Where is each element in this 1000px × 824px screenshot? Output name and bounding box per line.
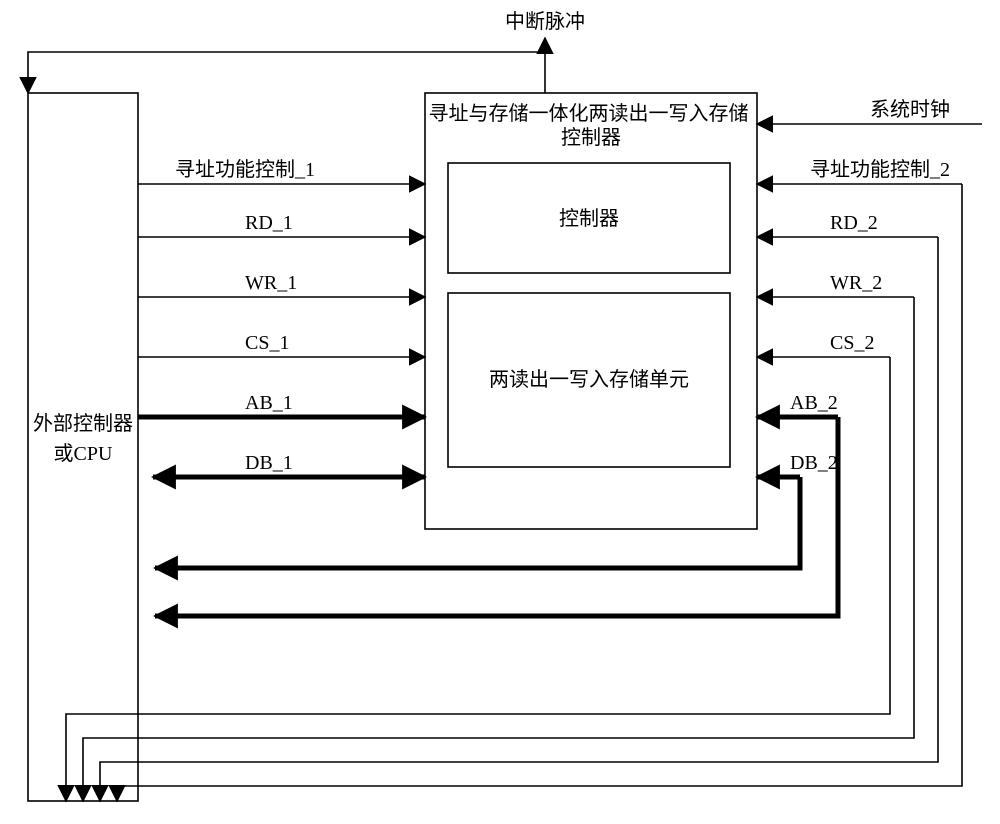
lbl-addrfunc1: 寻址功能控制_1 [175, 158, 315, 181]
sig-rd2-route [100, 237, 938, 801]
mc-title-l1: 寻址与存储一体化两读出一写入存储 [429, 102, 749, 125]
diagram-canvas: 外部控制器 或CPU 寻址与存储一体化两读出一写入存储 控制器 控制器 两读出一… [0, 0, 1000, 824]
memory-controller-block [425, 93, 757, 529]
lbl-addrfunc2: 寻址功能控制_2 [810, 158, 950, 181]
lbl-ab1: AB_1 [245, 392, 293, 414]
lbl-db1: DB_1 [245, 452, 293, 474]
lbl-ab2: AB_2 [790, 392, 838, 414]
controller-label: 控制器 [559, 207, 619, 230]
lbl-rd1: RD_1 [245, 212, 293, 234]
lbl-cs2: CS_2 [830, 332, 874, 354]
interrupt-label: 中断脉冲 [505, 10, 585, 33]
sig-cs2-route [66, 357, 890, 801]
memory-controller-title: 寻址与存储一体化两读出一写入存储 控制器 [429, 102, 754, 149]
sig-ab2-route [155, 417, 838, 616]
lbl-db2: DB_2 [790, 452, 838, 474]
cpu-label-2: 或CPU [54, 442, 113, 465]
sig-db2-route [155, 477, 800, 568]
lbl-wr2: WR_2 [830, 272, 882, 294]
lbl-sysclk: 系统时钟 [870, 98, 950, 121]
lbl-wr1: WR_1 [245, 272, 297, 294]
lbl-cs1: CS_1 [245, 332, 289, 354]
mc-title-l2: 控制器 [561, 126, 621, 149]
interrupt-return-line [28, 52, 425, 93]
cpu-label-1: 外部控制器 [33, 412, 133, 435]
storage-label: 两读出一写入存储单元 [489, 368, 689, 391]
lbl-rd2: RD_2 [830, 212, 878, 234]
